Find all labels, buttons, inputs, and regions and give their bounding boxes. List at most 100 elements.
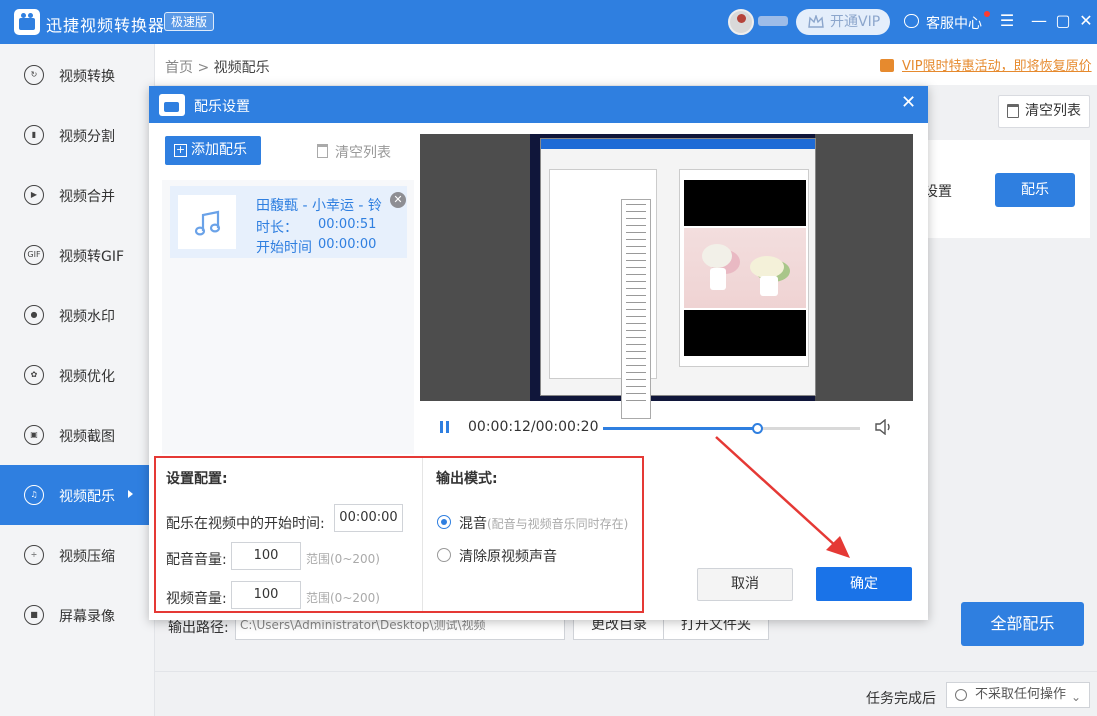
music-volume-input[interactable]: 100: [231, 542, 301, 570]
volume-icon[interactable]: [875, 419, 893, 435]
music-icon: ♫: [24, 485, 44, 505]
playback-time: 00:00:12/00:00:20: [468, 419, 599, 435]
ban-icon: [955, 689, 967, 701]
open-vip-button[interactable]: 开通VIP: [796, 9, 890, 35]
after-task-label: 任务完成后: [866, 691, 936, 707]
crown-icon: [808, 15, 824, 28]
sidebar-item-label: 屏幕录像: [59, 609, 115, 625]
add-music-label: 添加配乐: [191, 142, 247, 158]
split-icon: ▮: [24, 125, 44, 145]
clear-list-button[interactable]: 清空列表: [998, 95, 1090, 128]
sidebar-item-label: 视频合并: [59, 189, 115, 205]
music-volume-range: 范围(0~200): [306, 552, 380, 566]
bottom-bar: 任务完成后 不采取任何操作 ⌄: [155, 671, 1097, 716]
convert-icon: ↻: [24, 65, 44, 85]
gif-icon: GIF: [24, 245, 44, 265]
clear-audio-label[interactable]: 清除原视频声音: [459, 546, 557, 566]
username-blurred: [758, 16, 788, 26]
minimize-icon[interactable]: —: [1030, 12, 1048, 30]
sidebar-item-6[interactable]: ▣ 视频截图: [0, 405, 154, 465]
edition-badge: 极速版: [164, 12, 215, 31]
panel-divider: [422, 458, 423, 611]
sidebar-item-label: 视频水印: [59, 309, 115, 325]
sidebar-item-2[interactable]: ▶ 视频合并: [0, 165, 154, 225]
video-volume-input[interactable]: 100: [231, 581, 301, 609]
sidebar-item-label: 视频转GIF: [59, 249, 125, 265]
music-button[interactable]: 配乐: [995, 173, 1075, 207]
breadcrumb-separator: >: [197, 60, 210, 76]
sidebar-item-label: 视频分割: [59, 129, 115, 145]
mix-option-text: 混音: [459, 516, 487, 532]
breadcrumb-current: 视频配乐: [213, 60, 270, 76]
sidebar: ↻ 视频转换 ▮ 视频分割 ▶ 视频合并 GIF 视频转GIF ● 视频水印 ✿ 视频优化 ▣ 视频截图 ♫…: [0, 44, 155, 716]
duration-label: 时长：: [256, 220, 298, 236]
seek-handle[interactable]: [752, 423, 764, 434]
sidebar-item-label: 视频压缩: [59, 549, 115, 565]
seek-bar[interactable]: [603, 423, 860, 434]
add-music-button[interactable]: + 添加配乐: [165, 136, 261, 165]
clear-list-label: 清空列表: [1025, 103, 1081, 119]
merge-icon: ▶: [24, 185, 44, 205]
promo-text: VIP限时特惠活动，即将恢复原价: [902, 59, 1092, 74]
sidebar-item-7[interactable]: ♫ 视频配乐: [0, 465, 154, 525]
dialog-clear-list-button[interactable]: 清空列表: [317, 142, 391, 162]
dialog-close-icon[interactable]: ✕: [901, 92, 916, 113]
duration-value: 00:00:51: [318, 217, 377, 232]
music-name: 田馥甄 - 小幸运 - 铃: [256, 198, 382, 214]
sidebar-item-label: 视频优化: [59, 369, 115, 385]
watermark-icon: ●: [24, 305, 44, 325]
sidebar-item-8[interactable]: ÷ 视频压缩: [0, 525, 154, 585]
music-volume-label: 配音音量:: [166, 552, 227, 568]
cancel-button[interactable]: 取消: [697, 568, 793, 601]
clear-audio-radio[interactable]: [437, 548, 451, 562]
after-task-select[interactable]: 不采取任何操作 ⌄: [946, 682, 1090, 708]
remove-music-icon[interactable]: ✕: [390, 192, 406, 208]
sidebar-item-1[interactable]: ▮ 视频分割: [0, 105, 154, 165]
gift-icon: [880, 59, 894, 72]
settings-title: 设置配置:: [166, 471, 228, 487]
settings-label-partial: 设置: [924, 184, 952, 200]
sidebar-item-0[interactable]: ↻ 视频转换: [0, 45, 154, 105]
open-vip-label: 开通VIP: [830, 14, 881, 30]
start-time-label: 开始时间: [256, 240, 312, 256]
mix-option-hint: (配音与视频音乐同时存在): [487, 517, 629, 531]
sidebar-item-label: 视频配乐: [59, 489, 115, 505]
notification-dot: [984, 11, 990, 17]
seek-progress: [603, 427, 758, 430]
video-frame: [530, 134, 816, 419]
confirm-button[interactable]: 确定: [816, 567, 912, 601]
music-thumbnail: [178, 195, 236, 249]
optimize-icon: ✿: [24, 365, 44, 385]
dialog-header: 配乐设置 ✕: [149, 86, 928, 123]
settings-panel: 设置配置: 配乐在视频中的开始时间: 00:00:00 配音音量: 100 范围…: [154, 456, 644, 613]
music-note-icon: [194, 210, 221, 236]
dialog-title: 配乐设置: [194, 99, 250, 115]
sidebar-item-label: 视频截图: [59, 429, 115, 445]
mix-radio[interactable]: [437, 515, 451, 529]
promo-link[interactable]: VIP限时特惠活动，即将恢复原价: [880, 55, 1092, 74]
all-music-button[interactable]: 全部配乐: [961, 602, 1084, 646]
plus-icon: +: [174, 143, 187, 157]
record-icon: ■: [24, 605, 44, 625]
sidebar-item-4[interactable]: ● 视频水印: [0, 285, 154, 345]
maximize-icon[interactable]: ▢: [1054, 12, 1072, 30]
customer-service-button[interactable]: 客服中心: [904, 11, 990, 33]
output-mode-title: 输出模式:: [436, 471, 498, 487]
video-volume-label: 视频音量:: [166, 591, 227, 607]
menu-icon[interactable]: ☰: [998, 12, 1016, 30]
sidebar-item-3[interactable]: GIF 视频转GIF: [0, 225, 154, 285]
mix-option-label[interactable]: 混音(配音与视频音乐同时存在): [459, 513, 628, 533]
video-content-screenshot: [540, 138, 816, 419]
sidebar-item-label: 视频转换: [59, 69, 115, 85]
sidebar-item-5[interactable]: ✿ 视频优化: [0, 345, 154, 405]
breadcrumb: 首页 > 视频配乐: [165, 57, 270, 77]
breadcrumb-home[interactable]: 首页: [165, 60, 193, 76]
avatar[interactable]: [728, 9, 754, 35]
pause-icon[interactable]: [440, 421, 450, 433]
close-icon[interactable]: ✕: [1077, 12, 1095, 30]
sidebar-item-9[interactable]: ■ 屏幕录像: [0, 585, 154, 645]
music-list-item[interactable]: 田馥甄 - 小幸运 - 铃 时长： 00:00:51 开始时间 00:00:00…: [170, 186, 407, 258]
start-time-input[interactable]: 00:00:00: [334, 504, 403, 532]
start-time-value: 00:00:00: [318, 237, 377, 252]
start-time-field-label: 配乐在视频中的开始时间:: [166, 516, 325, 532]
